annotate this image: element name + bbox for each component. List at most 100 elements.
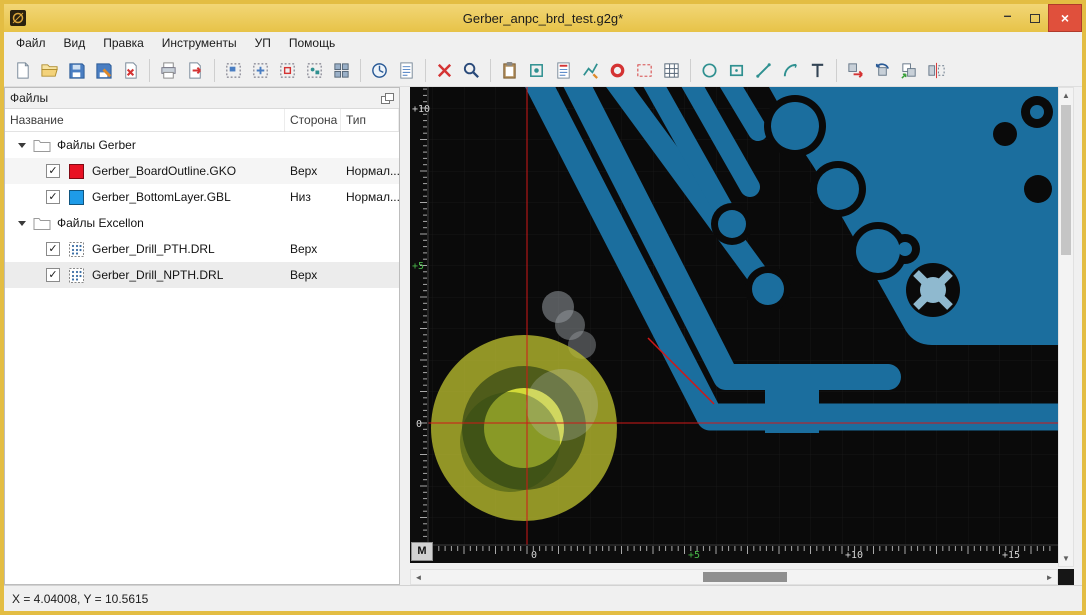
toolbar-separator bbox=[690, 58, 691, 82]
layer-side: Низ bbox=[290, 190, 311, 204]
edit-polyline-button[interactable] bbox=[577, 57, 604, 84]
layer-name: Gerber_Drill_PTH.DRL bbox=[92, 242, 215, 256]
save-file-button[interactable] bbox=[63, 57, 90, 84]
horizontal-scroll-thumb[interactable] bbox=[703, 572, 787, 582]
delete-selection-icon bbox=[437, 63, 452, 77]
mirror-object-button[interactable] bbox=[923, 57, 950, 84]
folder-label: Файлы Excellon bbox=[57, 216, 144, 230]
layer-checkbox[interactable]: ✓ bbox=[46, 242, 60, 256]
scroll-left-icon[interactable]: ◄ bbox=[411, 570, 426, 584]
close-button[interactable]: × bbox=[1048, 4, 1082, 32]
layers-list-button[interactable] bbox=[550, 57, 577, 84]
tree-row-layer-gko[interactable]: ✓ Gerber_BoardOutline.GKO Верх Нормал... bbox=[5, 158, 399, 184]
aperture-table-icon bbox=[664, 62, 679, 78]
files-panel-header[interactable]: Файлы bbox=[5, 88, 399, 109]
expander-icon[interactable] bbox=[18, 220, 26, 226]
layer-side: Верх bbox=[290, 268, 318, 282]
simulation-button[interactable] bbox=[366, 57, 393, 84]
menu-file[interactable]: Файл bbox=[7, 33, 55, 53]
tree-row-drill-npth[interactable]: ✓ Gerber_Drill_NPTH.DRL Верх bbox=[5, 262, 399, 288]
report-icon bbox=[400, 61, 413, 79]
rotate-object-button[interactable] bbox=[869, 57, 896, 84]
close-file-button[interactable] bbox=[117, 57, 144, 84]
selection-frame-icon bbox=[637, 63, 652, 77]
vertical-scroll-thumb[interactable] bbox=[1061, 105, 1071, 255]
zoom-selection-button[interactable] bbox=[274, 57, 301, 84]
menu-edit[interactable]: Правка bbox=[94, 33, 153, 53]
layer-name: Gerber_BottomLayer.GBL bbox=[92, 190, 231, 204]
tree-row-drill-pth[interactable]: ✓ Gerber_Drill_PTH.DRL Верх bbox=[5, 236, 399, 262]
rotate-object-icon bbox=[875, 62, 890, 76]
toolbar-separator bbox=[149, 58, 150, 82]
zoom-selection-icon bbox=[280, 62, 295, 78]
drill-file-icon bbox=[69, 267, 84, 283]
draw-rect-button[interactable] bbox=[723, 57, 750, 84]
layer-name: Gerber_BoardOutline.GKO bbox=[92, 164, 237, 178]
menu-cam[interactable]: УП bbox=[246, 33, 280, 53]
draw-arc-button[interactable] bbox=[777, 57, 804, 84]
layer-checkbox[interactable]: ✓ bbox=[46, 268, 60, 282]
draw-text-button[interactable] bbox=[804, 57, 831, 84]
copy-object-button[interactable] bbox=[896, 57, 923, 84]
pad-editor-button[interactable] bbox=[604, 57, 631, 84]
close-file-icon bbox=[125, 61, 137, 79]
horizontal-scrollbar[interactable]: ◄ ► bbox=[410, 569, 1058, 585]
zoom-fit-button[interactable] bbox=[247, 57, 274, 84]
ruler-label: +5 bbox=[688, 550, 700, 561]
move-object-button[interactable] bbox=[842, 57, 869, 84]
export-file-button[interactable] bbox=[182, 57, 209, 84]
save-as-file-button[interactable] bbox=[90, 57, 117, 84]
toolbar bbox=[4, 54, 1082, 87]
tree-row-folder-excellon[interactable]: Файлы Excellon bbox=[5, 210, 399, 236]
vertical-scrollbar[interactable]: ▲ ▼ bbox=[1058, 87, 1074, 567]
menu-tools[interactable]: Инструменты bbox=[153, 33, 246, 53]
aperture-table-button[interactable] bbox=[658, 57, 685, 84]
open-file-button[interactable] bbox=[36, 57, 63, 84]
paste-special-button[interactable] bbox=[496, 57, 523, 84]
layer-checkbox[interactable]: ✓ bbox=[46, 190, 60, 204]
mirror-object-icon bbox=[928, 62, 945, 78]
layer-color-swatch[interactable] bbox=[69, 163, 84, 179]
column-header-name[interactable]: Название bbox=[5, 109, 285, 131]
maximize-button[interactable] bbox=[1021, 4, 1048, 32]
ruler-units-button[interactable]: M bbox=[411, 542, 433, 561]
menu-view[interactable]: Вид bbox=[55, 33, 95, 53]
delete-selection-button[interactable] bbox=[431, 57, 458, 84]
scroll-up-icon[interactable]: ▲ bbox=[1059, 88, 1073, 103]
scroll-down-icon[interactable]: ▼ bbox=[1059, 551, 1073, 566]
zoom-objects-button[interactable] bbox=[301, 57, 328, 84]
layers-list-icon bbox=[557, 61, 570, 79]
status-bar: X = 4.04008, Y = 10.5615 bbox=[4, 585, 1082, 611]
scroll-right-icon[interactable]: ► bbox=[1042, 570, 1057, 584]
new-file-button[interactable] bbox=[9, 57, 36, 84]
titlebar[interactable]: Gerber_anpc_brd_test.g2g* – × bbox=[4, 4, 1082, 32]
column-header-type[interactable]: Тип bbox=[341, 109, 399, 131]
minimize-button[interactable]: – bbox=[994, 4, 1021, 32]
search-button[interactable] bbox=[458, 57, 485, 84]
expander-icon[interactable] bbox=[18, 142, 26, 148]
draw-circle-button[interactable] bbox=[696, 57, 723, 84]
zoom-window-button[interactable] bbox=[220, 57, 247, 84]
pcb-canvas[interactable]: +10 +5 0 0 +5 +10 +15 bbox=[410, 87, 1058, 563]
layer-type bbox=[341, 236, 399, 262]
copy-object-icon bbox=[901, 62, 916, 79]
menu-help[interactable]: Помощь bbox=[280, 33, 344, 53]
draw-line-button[interactable] bbox=[750, 57, 777, 84]
ruler-label: 0 bbox=[416, 419, 422, 430]
column-header-side[interactable]: Сторона bbox=[285, 109, 341, 131]
aperture-editor-button[interactable] bbox=[523, 57, 550, 84]
tree-row-layer-gbl[interactable]: ✓ Gerber_BottomLayer.GBL Низ Нормал... bbox=[5, 184, 399, 210]
layer-color-swatch[interactable] bbox=[69, 189, 84, 205]
print-file-button[interactable] bbox=[155, 57, 182, 84]
layer-checkbox[interactable]: ✓ bbox=[46, 164, 60, 178]
tile-view-button[interactable] bbox=[328, 57, 355, 84]
open-file-icon bbox=[41, 63, 58, 77]
pad-editor-icon bbox=[610, 63, 625, 77]
folder-label: Файлы Gerber bbox=[57, 138, 136, 152]
report-button[interactable] bbox=[393, 57, 420, 84]
float-panel-icon[interactable] bbox=[381, 92, 394, 104]
selection-frame-button[interactable] bbox=[631, 57, 658, 84]
tree-row-folder-gerber[interactable]: Файлы Gerber bbox=[5, 132, 399, 158]
folder-icon bbox=[33, 216, 51, 230]
panel-splitter[interactable] bbox=[400, 87, 410, 585]
